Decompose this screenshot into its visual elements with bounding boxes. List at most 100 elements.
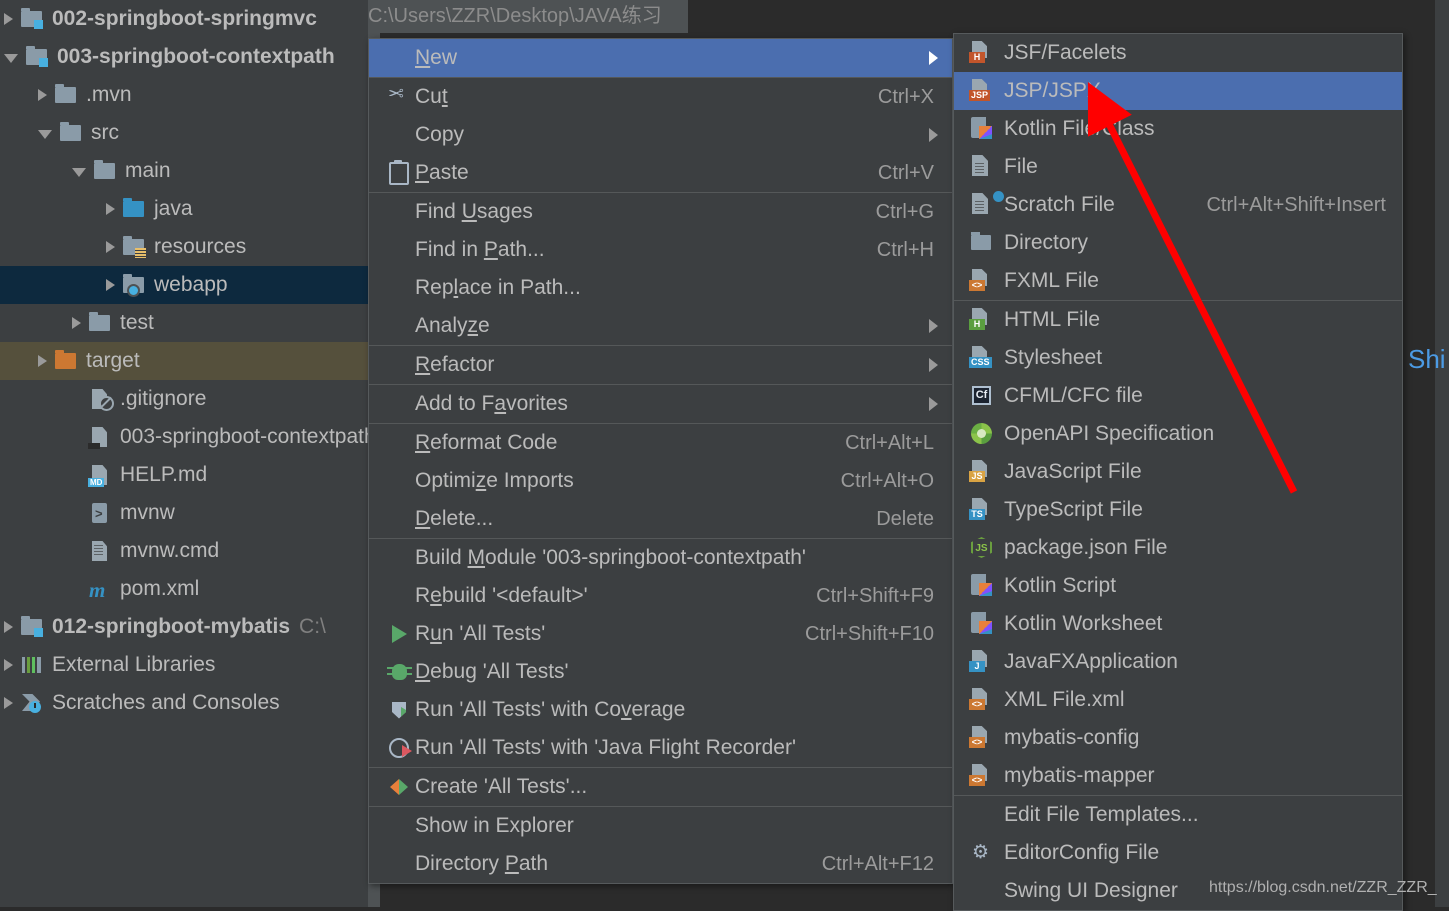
chevron-right-icon[interactable]	[106, 203, 115, 215]
tree-row[interactable]: > mvnw	[0, 494, 368, 532]
chevron-down-icon[interactable]	[72, 168, 86, 177]
resources-folder-icon	[121, 235, 147, 259]
file-icon	[968, 154, 1004, 180]
new-submenu-item[interactable]: Kotlin Worksheet	[954, 605, 1402, 643]
context-menu-item[interactable]: Run 'All Tests' with 'Java Flight Record…	[369, 729, 952, 767]
context-menu-item[interactable]: Find Usages Ctrl+G	[369, 193, 952, 231]
tree-row[interactable]: test	[0, 304, 368, 342]
context-menu-item[interactable]: Show in Explorer	[369, 807, 952, 845]
new-submenu-item[interactable]: H HTML File	[954, 301, 1402, 339]
tree-row[interactable]: resources	[0, 228, 368, 266]
chevron-down-icon[interactable]	[38, 130, 52, 139]
context-menu-item[interactable]: New	[369, 39, 952, 77]
no-icon	[968, 802, 1004, 828]
context-menu-item[interactable]: Cut Ctrl+X	[369, 78, 952, 116]
chevron-down-icon[interactable]	[4, 54, 18, 63]
new-submenu-item[interactable]: TS TypeScript File	[954, 491, 1402, 529]
tree-item-label: test	[120, 311, 154, 334]
project-tool-window[interactable]: 002-springboot-springmvc 003-springboot-c…	[0, 0, 368, 907]
chevron-right-icon[interactable]	[106, 279, 115, 291]
context-menu-item-label: Add to Favorites	[415, 392, 568, 415]
tree-row[interactable]: Scratches and Consoles	[0, 684, 368, 722]
tree-row[interactable]: main	[0, 152, 368, 190]
context-menu-item[interactable]: Create 'All Tests'...	[369, 768, 952, 806]
context-menu-item-label: Directory Path	[415, 852, 549, 875]
new-submenu-item[interactable]: Cf CFML/CFC file	[954, 377, 1402, 415]
chevron-right-icon[interactable]	[4, 621, 13, 633]
gear-icon: ⚙	[972, 842, 990, 863]
context-menu-item[interactable]: Run 'All Tests' with Coverage	[369, 691, 952, 729]
tree-row[interactable]: src	[0, 114, 368, 152]
flight-recorder-icon	[383, 738, 415, 758]
tree-row[interactable]: 003-springboot-contextpath.iml	[0, 418, 368, 456]
context-menu-item[interactable]: Debug 'All Tests'	[369, 653, 952, 691]
new-submenu-item[interactable]: <> mybatis-mapper	[954, 757, 1402, 795]
new-submenu-item[interactable]: JS package.json File	[954, 529, 1402, 567]
new-submenu-item[interactable]: Scratch File Ctrl+Alt+Shift+Insert	[954, 186, 1402, 224]
new-submenu-item[interactable]: CSS Stylesheet	[954, 339, 1402, 377]
editor-scrollbar[interactable]	[1435, 0, 1449, 907]
gitignore-file-icon	[87, 387, 114, 411]
context-menu-item[interactable]: Analyze	[369, 307, 952, 345]
new-submenu-item-label: EditorConfig File	[1004, 841, 1160, 864]
context-menu-item[interactable]: Directory Path Ctrl+Alt+F12	[369, 845, 952, 883]
new-submenu-item[interactable]: Edit File Templates...	[954, 796, 1402, 834]
chevron-right-icon[interactable]	[38, 89, 47, 101]
tree-row[interactable]: java	[0, 190, 368, 228]
new-submenu-item[interactable]: H JSF/Facelets	[954, 34, 1402, 72]
tree-row[interactable]: mvnw.cmd	[0, 532, 368, 570]
new-submenu-item-label: Kotlin File/Class	[1004, 117, 1155, 140]
new-submenu-item[interactable]: J JavaFXApplication	[954, 643, 1402, 681]
new-submenu-item[interactable]: Kotlin Script	[954, 567, 1402, 605]
tree-row[interactable]: webapp	[0, 266, 368, 304]
context-menu-item[interactable]: Copy	[369, 116, 952, 154]
new-submenu-item[interactable]: Kotlin File/Class	[954, 110, 1402, 148]
new-submenu-item[interactable]: <> FXML File	[954, 262, 1402, 300]
tree-row[interactable]: .gitignore	[0, 380, 368, 418]
chevron-right-icon[interactable]	[4, 697, 13, 709]
context-menu-item[interactable]: Optimize Imports Ctrl+Alt+O	[369, 462, 952, 500]
chevron-right-icon[interactable]	[72, 317, 81, 329]
tree-row[interactable]: .mvn	[0, 76, 368, 114]
new-submenu-item[interactable]: OpenAPI Specification	[954, 415, 1402, 453]
context-menu-item[interactable]: Add to Favorites	[369, 385, 952, 423]
new-submenu[interactable]: H JSF/Facelets JSP JSP/JSPX Kotlin File/Clas…	[953, 33, 1403, 911]
nodejs-file-icon: JS	[968, 535, 1004, 561]
context-menu-item[interactable]: Refactor	[369, 346, 952, 384]
context-menu-item[interactable]: Build Module '003-springboot-contextpath…	[369, 539, 952, 577]
new-submenu-item-label: mybatis-config	[1004, 726, 1140, 749]
new-submenu-item[interactable]: Directory	[954, 224, 1402, 262]
context-menu-item[interactable]: Replace in Path...	[369, 269, 952, 307]
new-submenu-item[interactable]: File	[954, 148, 1402, 186]
chevron-right-icon[interactable]	[106, 241, 115, 253]
tree-row[interactable]: 002-springboot-springmvc	[0, 0, 368, 38]
new-submenu-item[interactable]: ⚙ EditorConfig File	[954, 834, 1402, 872]
tree-row[interactable]: 003-springboot-contextpath	[0, 38, 368, 76]
chevron-right-icon[interactable]	[4, 659, 13, 671]
new-submenu-item[interactable]: <> XML File.xml	[954, 681, 1402, 719]
tree-item-label: 012-springboot-mybatis	[52, 615, 291, 638]
context-menu-item[interactable]: Find in Path... Ctrl+H	[369, 231, 952, 269]
new-submenu-item[interactable]: JS JavaScript File	[954, 453, 1402, 491]
context-menu-item[interactable]: Rebuild '<default>' Ctrl+Shift+F9	[369, 577, 952, 615]
context-menu-item[interactable]: Delete... Delete	[369, 500, 952, 538]
run-icon	[383, 625, 415, 643]
chevron-right-icon[interactable]	[4, 13, 13, 25]
new-submenu-item[interactable]: JSP JSP/JSPX	[954, 72, 1402, 110]
tree-item-label: webapp	[154, 273, 228, 296]
context-menu-item[interactable]: Paste Ctrl+V	[369, 154, 952, 192]
new-submenu-item[interactable]: <> mybatis-config	[954, 719, 1402, 757]
folder-icon	[53, 83, 79, 107]
context-menu-item-label: Delete...	[415, 507, 494, 530]
tree-row[interactable]: target	[0, 342, 368, 380]
folder-icon	[92, 159, 118, 183]
chevron-right-icon[interactable]	[38, 355, 47, 367]
tree-row[interactable]: External Libraries	[0, 646, 368, 684]
tree-row[interactable]: m pom.xml	[0, 570, 368, 608]
context-menu-item[interactable]: Reformat Code Ctrl+Alt+L	[369, 424, 952, 462]
create-config-icon	[383, 779, 415, 795]
context-menu-item[interactable]: Run 'All Tests' Ctrl+Shift+F10	[369, 615, 952, 653]
tree-row[interactable]: MD HELP.md	[0, 456, 368, 494]
context-menu[interactable]: New Cut Ctrl+X Copy Paste Ctrl+V Find Usages Ct…	[368, 38, 953, 884]
tree-row[interactable]: 012-springboot-mybatis C:\	[0, 608, 368, 646]
